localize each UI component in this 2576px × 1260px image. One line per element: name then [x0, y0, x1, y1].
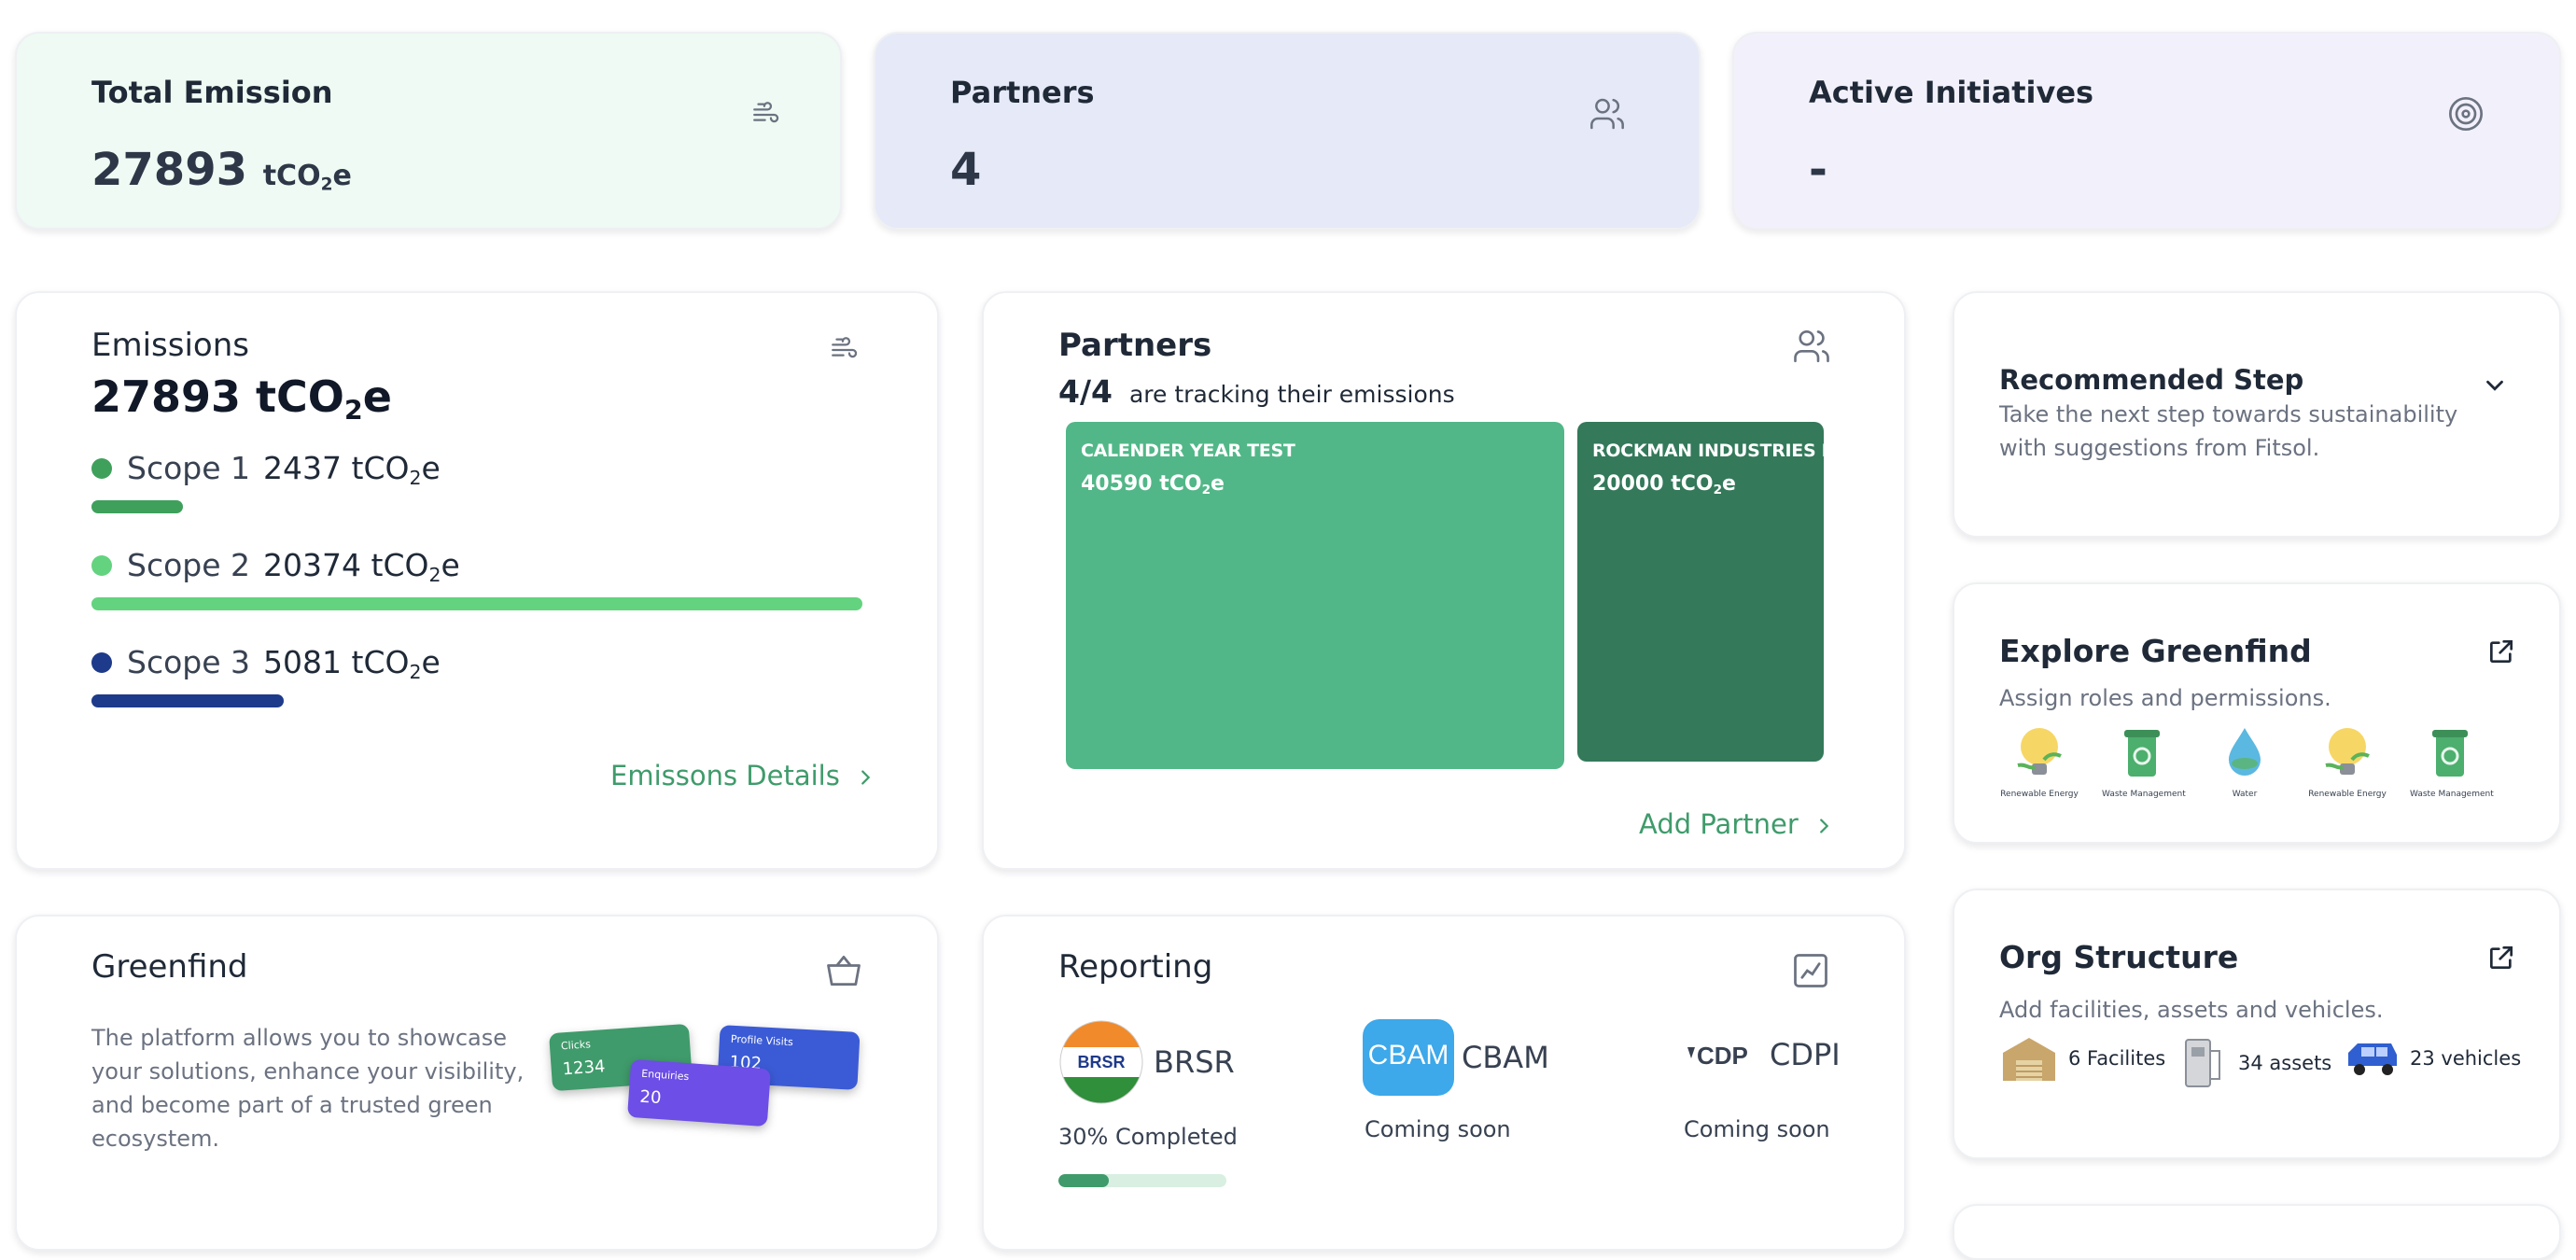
van-icon [2348, 1043, 2397, 1075]
category-renewable-energy[interactable]: Renewable Energy [1999, 722, 2079, 799]
card-title: Explore Greenfind [1999, 633, 2312, 669]
users-icon [1794, 329, 1829, 363]
org-structure-card: Org Structure Add facilities, assets and… [1953, 889, 2561, 1159]
brsr-progress-bar [1058, 1174, 1226, 1187]
section-title: Reporting [1058, 948, 1213, 986]
partners-card: Partners 4/4 are tracking their emissions… [982, 291, 1906, 870]
category-water[interactable]: Water [2205, 722, 2285, 799]
progress-fill [1058, 1174, 1109, 1187]
partner-name: CALENDER YEAR TEST [1081, 441, 1295, 461]
basket-icon [827, 955, 861, 987]
lightbulb-icon [2325, 728, 2370, 775]
machine-icon [2185, 1039, 2220, 1087]
assets-item[interactable]: 34 assets [2173, 1032, 2331, 1094]
partner-emission: 40590 tCO2e [1081, 472, 1225, 498]
stat-title: Active Initiatives [1809, 75, 2094, 110]
wind-icon [832, 337, 858, 358]
recycle-bin-icon [2432, 730, 2468, 777]
vehicles-item[interactable]: 23 vehicles [2345, 1032, 2521, 1085]
water-drop-icon [2229, 728, 2261, 776]
partner-emission: 20000 tCO2e [1592, 472, 1736, 498]
card-description: Add facilities, assets and vehicles. [1999, 997, 2384, 1023]
cbam-item[interactable]: CBAM CBAM [1363, 1019, 1549, 1096]
scope-2-bar [91, 597, 862, 610]
stat-card-total-emission: Total Emission 27893 tCO2e [15, 32, 842, 230]
cdpi-item[interactable]: CDP CDPI [1686, 1036, 1841, 1073]
svg-text:BRSR: BRSR [1077, 1053, 1125, 1071]
card-title: Org Structure [1999, 939, 2239, 975]
scope-dot [91, 651, 112, 673]
cbam-status: Coming soon [1365, 1116, 1511, 1142]
svg-text:CDP: CDP [1697, 1042, 1748, 1070]
link-label: Emissons Details [610, 760, 840, 791]
category-waste-management[interactable]: Waste Management [2102, 722, 2186, 799]
warehouse-icon [2003, 1038, 2055, 1081]
cbam-logo-icon: CBAM [1363, 1019, 1454, 1096]
emissions-total: 27893 tCO2e [91, 371, 392, 427]
users-icon [1590, 98, 1624, 130]
card-description: Take the next step towards sustainabilit… [1999, 401, 2458, 461]
external-link-icon[interactable] [2486, 637, 2516, 666]
brsr-status: 30% Completed [1058, 1124, 1238, 1150]
reporting-card: Reporting BRSR BRSR 30% Completed CBAM C… [982, 915, 1906, 1251]
chevron-down-icon[interactable] [2481, 371, 2509, 399]
scope-3-row: Scope 3 5081 tCO2e [91, 644, 441, 681]
add-partner-link[interactable]: Add Partner [1639, 808, 1834, 840]
brsr-item[interactable]: BRSR BRSR [1058, 1019, 1235, 1105]
section-title: Emissions [91, 327, 249, 364]
scope-1-bar [91, 500, 183, 513]
emissions-details-link[interactable]: Emissons Details [610, 760, 875, 791]
partner-tile[interactable]: ROCKMAN INDUSTRIES LIMITED 20000 tCO2e [1577, 422, 1824, 762]
card-title: Recommended Step [1999, 364, 2304, 396]
chart-icon [1794, 954, 1827, 987]
partner-name: ROCKMAN INDUSTRIES LIMITED [1592, 441, 1824, 461]
greenfind-description: The platform allows you to showcase your… [91, 1025, 525, 1152]
chevron-right-icon [861, 770, 871, 785]
stat-value: 27893 tCO2e [91, 144, 352, 196]
chevron-right-icon [1819, 819, 1828, 833]
section-title: Greenfind [91, 948, 248, 986]
unit-label: tCO2e [262, 160, 352, 195]
category-waste-management[interactable]: Waste Management [2410, 722, 2494, 799]
partner-tile[interactable]: CALENDER YEAR TEST 40590 tCO2e [1066, 422, 1564, 769]
explore-greenfind-card: Explore Greenfind Assign roles and permi… [1953, 582, 2561, 844]
partners-count: 4 [950, 144, 982, 196]
svg-text:CBAM: CBAM [1368, 1040, 1449, 1071]
total-emission-value: 27893 [91, 144, 247, 196]
active-initiatives-value: - [1809, 144, 1827, 196]
recycle-bin-icon [2124, 730, 2160, 777]
scope-dot [91, 457, 112, 479]
next-card-partial [1953, 1204, 2561, 1260]
enquiries-mini-card: Enquiries 20 [627, 1058, 771, 1127]
stat-card-partners: Partners 4 [874, 32, 1701, 230]
external-link-icon[interactable] [2486, 943, 2516, 973]
stat-card-active-initiatives: Active Initiatives - [1732, 32, 2561, 230]
scope-2-row: Scope 2 20374 tCO2e [91, 547, 460, 584]
card-description: Assign roles and permissions. [1999, 685, 2331, 711]
brsr-logo-icon: BRSR [1059, 1020, 1143, 1104]
stat-title: Total Emission [91, 75, 333, 110]
category-renewable-energy[interactable]: Renewable Energy [2307, 722, 2387, 799]
lightbulb-icon [2017, 728, 2062, 775]
section-title: Partners [1058, 327, 1212, 364]
target-icon [2449, 97, 2483, 131]
stat-title: Partners [950, 75, 1095, 110]
link-label: Add Partner [1639, 808, 1799, 840]
recommended-step-card[interactable]: Recommended Step Take the next step towa… [1953, 291, 2561, 538]
greenfind-card: Greenfind The platform allows you to sho… [15, 915, 939, 1251]
scope-3-bar [91, 694, 284, 707]
cdp-logo-icon: CDP [1687, 1042, 1748, 1070]
wind-icon [753, 102, 779, 123]
cdpi-status: Coming soon [1684, 1116, 1830, 1142]
scope-dot [91, 554, 112, 576]
facilities-item[interactable]: 6 Facilites [1999, 1032, 2165, 1085]
tracking-summary: 4/4 are tracking their emissions [1058, 373, 1455, 410]
emissions-card: Emissions 27893 tCO2e Scope 1 2437 tCO2e … [15, 291, 939, 870]
scope-1-row: Scope 1 2437 tCO2e [91, 450, 441, 487]
